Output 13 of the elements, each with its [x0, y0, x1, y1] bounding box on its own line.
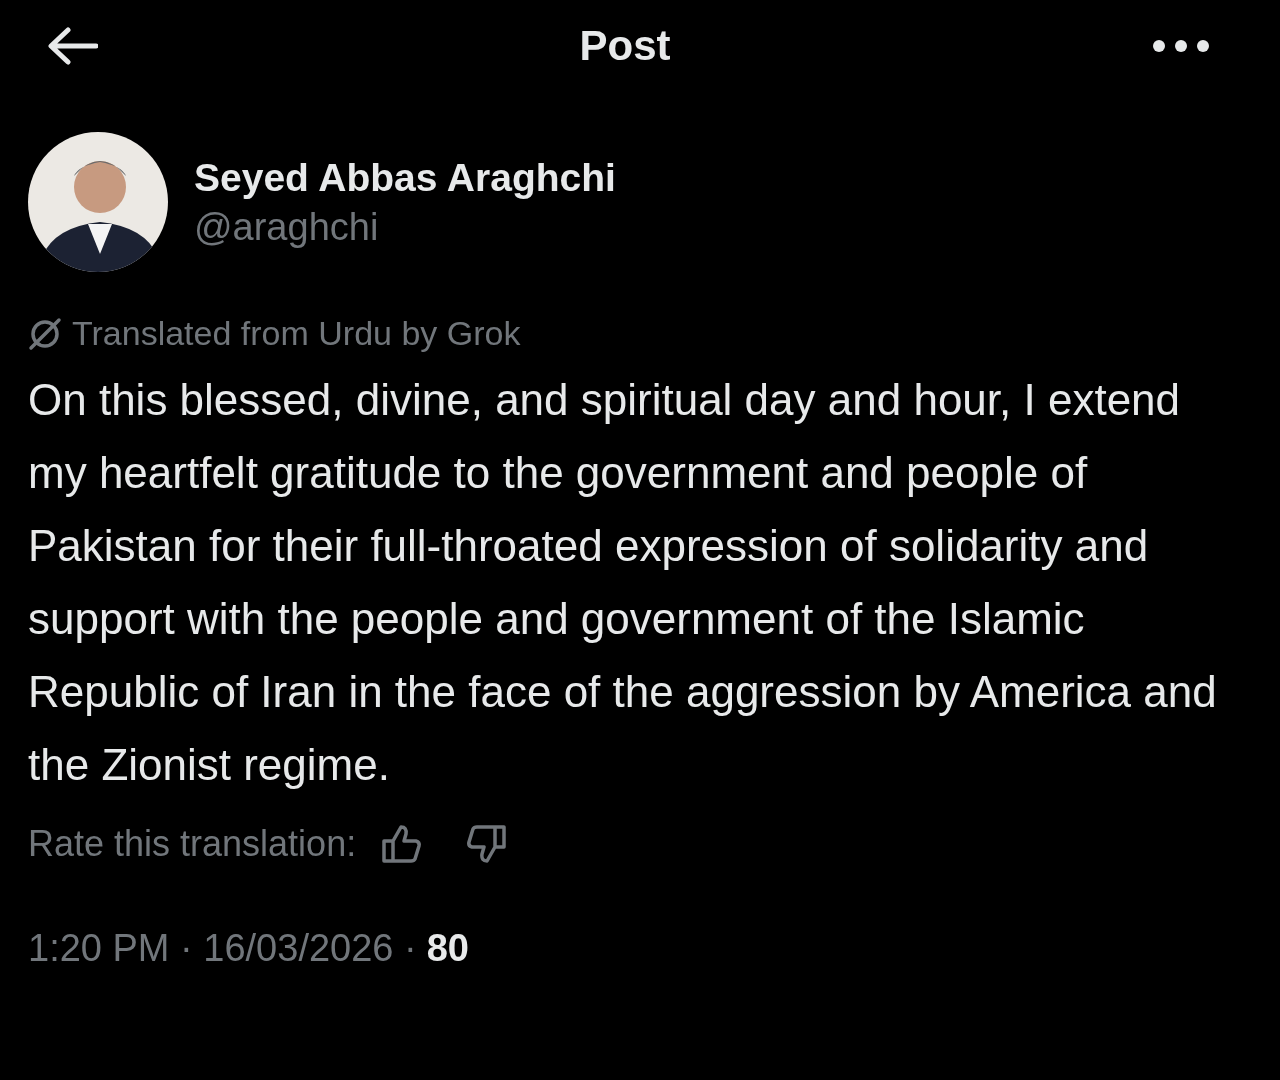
post-text: On this blessed, divine, and spiritual day and hour, I extend my heartfelt gratitude to the government and people of Pakistan for their full-throated expression of solidarity and support with the people and government of the Islamic Republic of Iran in the face of the aggression by America and the Zionist regime. [28, 374, 1218, 791]
rate-translation-label: Rate this translation: [28, 823, 357, 865]
author-handle[interactable]: @araghchi [194, 205, 616, 249]
thumbs-down-icon[interactable] [466, 823, 509, 865]
author-name[interactable]: Seyed Abbas Araghchi [194, 155, 616, 200]
view-count: 80 [426, 927, 469, 970]
thumbs-up-icon[interactable] [380, 823, 423, 865]
post-timestamp: 1:20 PM · 16/03/2026 · [28, 927, 417, 970]
translation-note: Translated from Urdu by Grok [72, 314, 521, 353]
page-title: Post [579, 22, 671, 70]
more-options-icon[interactable] [1152, 39, 1210, 53]
back-arrow-icon[interactable] [46, 26, 98, 66]
translate-icon [28, 316, 62, 351]
